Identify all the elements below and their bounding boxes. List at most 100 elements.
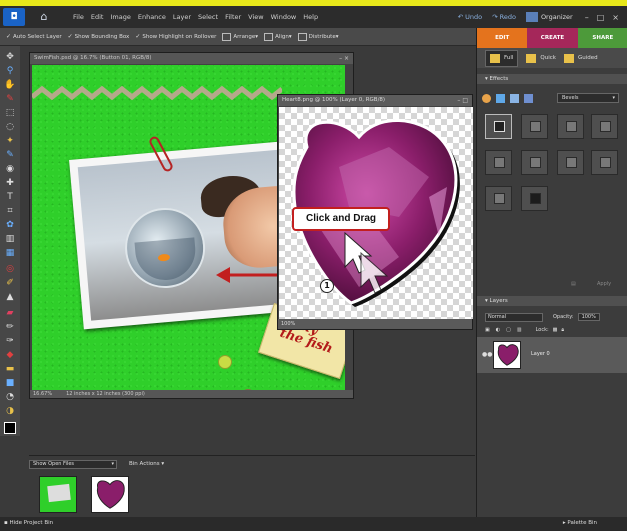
adjustment-layer-icon[interactable]: ◐ <box>496 327 500 333</box>
spot-healing-tool-icon[interactable]: ✚ <box>4 178 16 188</box>
red-eye-tool-icon[interactable]: ◉ <box>4 164 16 174</box>
lasso-tool-icon[interactable]: ◌ <box>4 122 16 132</box>
blur-tool-icon[interactable]: ◔ <box>4 392 16 402</box>
menu-layer[interactable]: Layer <box>173 13 191 21</box>
menu-edit[interactable]: Edit <box>91 13 104 21</box>
bevel-swatch-10[interactable] <box>521 186 548 211</box>
undo-button[interactable]: ↶ Undo <box>458 13 483 21</box>
clone-stamp-icon[interactable]: ▲ <box>4 292 16 302</box>
zoom-tool-icon[interactable]: ⚲ <box>4 66 16 76</box>
sponge-tool-icon[interactable]: ◑ <box>4 406 16 416</box>
apply-button[interactable]: Apply <box>597 281 611 287</box>
heart-canvas[interactable]: Click and Drag 1 <box>279 107 473 319</box>
bevel-swatch-6[interactable] <box>521 150 548 175</box>
auto-select-option[interactable]: ✓ Auto Select Layer <box>6 33 62 40</box>
quick-selection-tool-icon[interactable]: ✎ <box>4 150 16 160</box>
bevel-swatch-9[interactable] <box>485 186 512 211</box>
bevel-swatch-4[interactable] <box>591 114 618 139</box>
minimize-button[interactable]: – <box>585 13 589 22</box>
document-zoom[interactable]: 16.67% <box>33 390 52 398</box>
home-icon[interactable]: ⌂ <box>37 10 51 24</box>
menu-enhance[interactable]: Enhance <box>138 13 166 21</box>
red-eye-removal-icon[interactable]: ◎ <box>4 264 16 274</box>
mode-guided[interactable]: Guided <box>563 53 598 63</box>
lock-all-icon[interactable]: 🔒︎ <box>561 327 564 333</box>
bevel-swatch-7[interactable] <box>557 150 584 175</box>
arrange-button[interactable]: Arrange ▾ <box>222 32 258 41</box>
layer-name[interactable]: Layer 0 <box>531 351 550 357</box>
mode-full[interactable]: Full <box>485 49 519 67</box>
bevel-swatch-3[interactable] <box>557 114 584 139</box>
menu-select[interactable]: Select <box>198 13 218 21</box>
heart-zoom[interactable]: 100% <box>281 321 295 327</box>
redo-button[interactable]: ↷ Redo <box>492 13 516 21</box>
layers-panel-header[interactable]: ▾ Layers <box>477 296 627 306</box>
bin-thumb-heart[interactable] <box>91 476 129 513</box>
eraser-tool-icon[interactable]: ▰ <box>4 308 16 318</box>
brush-tool-icon[interactable]: ✏ <box>4 322 16 332</box>
paint-bucket-icon[interactable]: ◆ <box>4 350 16 360</box>
effects-menu-icon[interactable] <box>524 93 533 103</box>
palette-bin-button[interactable]: ▸ Palette Bin <box>563 520 597 526</box>
trash-icon[interactable]: ▤ <box>571 281 576 287</box>
document-window-controls[interactable]: – × <box>339 53 349 64</box>
marquee-tool-icon[interactable]: ⬚ <box>4 108 16 118</box>
magic-wand-tool-icon[interactable]: ✦ <box>4 136 16 146</box>
type-tool-icon[interactable]: T <box>4 192 16 202</box>
menu-image[interactable]: Image <box>110 13 130 21</box>
layer-styles-icon[interactable] <box>496 93 505 103</box>
app-logo-icon[interactable]: ◘ <box>3 8 25 26</box>
cookie-cutter-tool-icon[interactable]: ✿ <box>4 220 16 230</box>
eyedropper-tool-icon[interactable]: ✎ <box>4 94 16 104</box>
move-tool-icon[interactable]: ✥ <box>4 52 16 62</box>
delete-layer-icon[interactable]: ▥ <box>517 327 522 333</box>
lock-transparency-icon[interactable]: ▩ <box>553 327 558 333</box>
crop-tool-icon[interactable]: ⌗ <box>4 206 16 216</box>
mask-icon[interactable]: ▢ <box>506 327 511 333</box>
new-layer-icon[interactable]: ▣ <box>485 327 490 333</box>
hide-project-bin-button[interactable]: ▪ Hide Project Bin <box>4 520 53 526</box>
blend-mode-select[interactable]: Normal <box>485 312 543 322</box>
eye-icon[interactable]: ●● <box>482 351 492 358</box>
effects-category-select[interactable]: Bevels ▾ <box>557 93 619 103</box>
heart-title-bar[interactable]: Heart8.png @ 100% (Layer 0, RGB/8) – □ <box>278 95 472 106</box>
bevel-swatch-1[interactable] <box>485 114 512 139</box>
bin-actions-menu[interactable]: Bin Actions ▾ <box>129 461 164 467</box>
filters-icon[interactable] <box>482 93 491 103</box>
effects-panel-header[interactable]: ▾ Effects <box>477 74 627 84</box>
foreground-color-swatch[interactable] <box>4 422 16 434</box>
recompose-tool-icon[interactable]: ▦ <box>4 248 16 258</box>
bin-thumb-swimfish[interactable] <box>39 476 77 513</box>
opacity-input[interactable]: 100% <box>577 313 600 321</box>
mode-quick[interactable]: Quick <box>526 53 556 63</box>
bevel-swatch-5[interactable] <box>485 150 512 175</box>
close-button[interactable]: × <box>612 13 619 22</box>
layer-row[interactable]: ●● Layer 0 <box>477 337 627 373</box>
bounding-box-option[interactable]: ✓ Show Bounding Box <box>68 33 130 40</box>
bevel-swatch-8[interactable] <box>591 150 618 175</box>
highlight-option[interactable]: ✓ Show Highlight on Rollover <box>135 33 216 40</box>
healing-brush-icon[interactable]: ✐ <box>4 278 16 288</box>
document-title-bar[interactable]: SwimFish.psd @ 16.7% (Button 01, RGB/8) … <box>30 53 353 64</box>
bin-show-select[interactable]: Show Open Files ▾ <box>29 460 117 469</box>
menu-file[interactable]: File <box>73 13 84 21</box>
organizer-button[interactable]: Organizer <box>525 12 573 22</box>
maximize-button[interactable]: □ <box>597 13 605 22</box>
menu-view[interactable]: View <box>248 13 263 21</box>
photo-effects-icon[interactable] <box>510 93 519 103</box>
distribute-button[interactable]: Distribute ▾ <box>297 32 338 41</box>
tab-edit[interactable]: EDIT <box>477 28 528 48</box>
hand-tool-icon[interactable]: ✋ <box>4 80 16 90</box>
menu-help[interactable]: Help <box>303 13 318 21</box>
menu-window[interactable]: Window <box>271 13 297 21</box>
tab-share[interactable]: SHARE <box>577 28 627 48</box>
tab-create[interactable]: CREATE <box>527 28 578 48</box>
straighten-tool-icon[interactable]: ▥ <box>4 234 16 244</box>
menu-filter[interactable]: Filter <box>225 13 241 21</box>
align-button[interactable]: Align ▾ <box>264 32 292 41</box>
gradient-tool-icon[interactable]: ▬ <box>4 364 16 374</box>
shape-tool-icon[interactable]: ■ <box>4 378 16 388</box>
heart-window-controls[interactable]: – □ <box>457 95 468 106</box>
smart-brush-icon[interactable]: ✑ <box>4 336 16 346</box>
bevel-swatch-2[interactable] <box>521 114 548 139</box>
